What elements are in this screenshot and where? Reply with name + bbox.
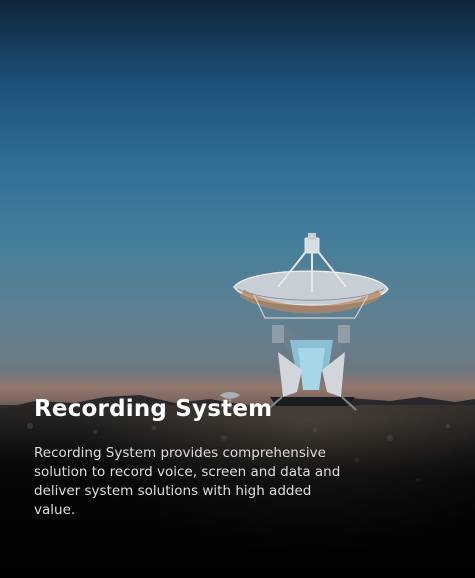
card-content: Recording System Recording System provid… [34, 396, 364, 520]
recording-system-card[interactable]: Recording System Recording System provid… [0, 0, 475, 578]
main-radio-dish [233, 233, 389, 411]
card-description: Recording System provides comprehensive … [34, 444, 341, 518]
card-title: Recording System [34, 396, 273, 422]
